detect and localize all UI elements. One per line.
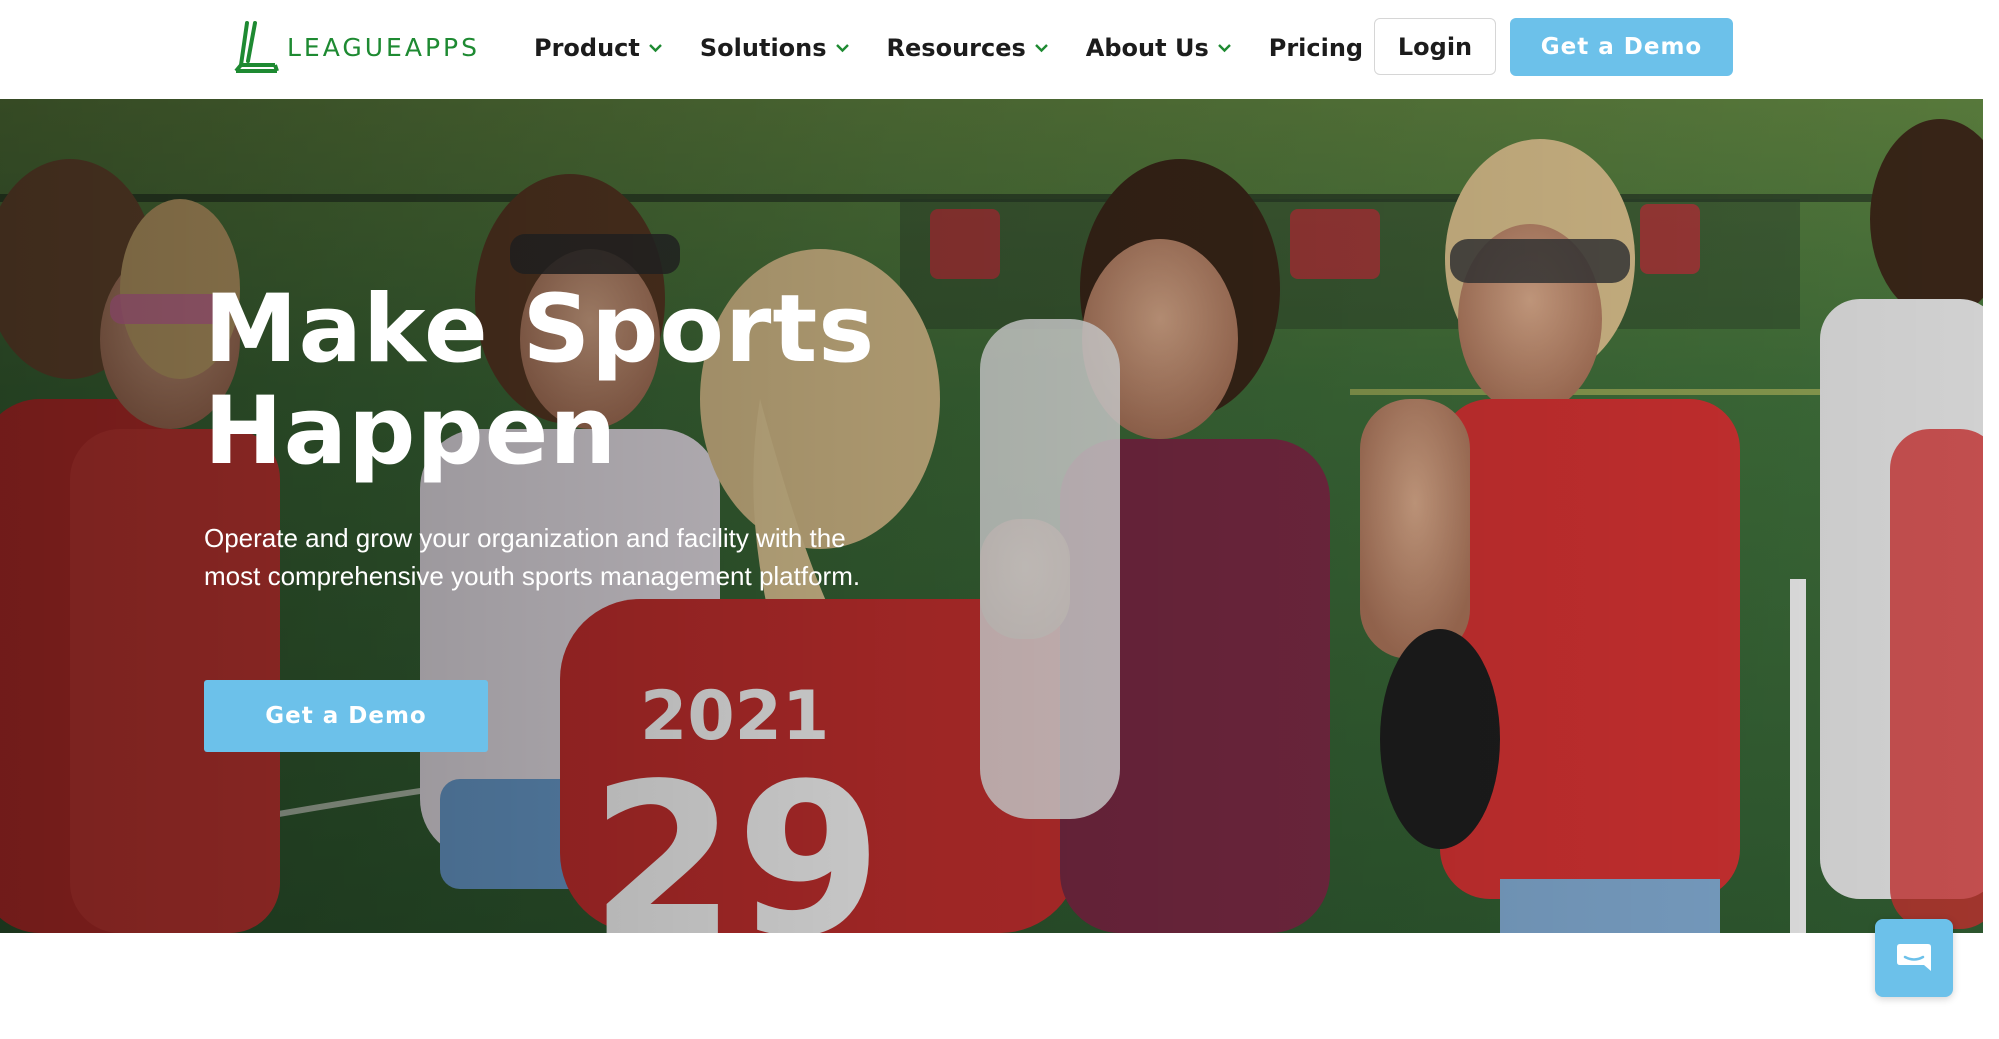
chevron-down-icon [1217, 44, 1231, 53]
top-navigation: LEAGUEAPPS Product Solutions Resources A… [0, 0, 1999, 99]
chat-bubble-icon [1897, 944, 1931, 971]
hero-overlay [0, 99, 1983, 933]
hero-title: Make Sports Happen [204, 275, 876, 486]
menu-item-product[interactable]: Product [534, 34, 663, 62]
login-button[interactable]: Login [1374, 18, 1496, 75]
menu-item-about-us[interactable]: About Us [1086, 34, 1232, 62]
menu-item-solutions[interactable]: Solutions [700, 34, 850, 62]
menu-item-label: Resources [886, 34, 1026, 62]
menu-item-label: About Us [1085, 34, 1209, 62]
main-menu: Product Solutions Resources About Us Pri… [534, 28, 1400, 68]
hero-subtitle: Operate and grow your organization and f… [204, 523, 861, 591]
chevron-down-icon [1034, 44, 1048, 53]
get-demo-button-hero[interactable]: Get a Demo [204, 680, 488, 752]
chat-launcher-button[interactable] [1875, 919, 1953, 997]
menu-item-resources[interactable]: Resources [887, 34, 1049, 62]
logo-wordmark: LEAGUEAPPS [287, 32, 480, 62]
leagueapps-logo[interactable]: LEAGUEAPPS [233, 20, 480, 74]
get-demo-button-nav[interactable]: Get a Demo [1510, 18, 1733, 76]
hero-section: 2021 29 Make Sports Happen Operate and g… [0, 99, 1983, 933]
chevron-down-icon [835, 44, 849, 53]
menu-item-label: Product [534, 34, 640, 62]
leagueapps-logo-icon [234, 21, 279, 73]
chevron-down-icon [649, 44, 662, 53]
menu-item-label: Solutions [699, 34, 827, 62]
menu-item-pricing[interactable]: Pricing [1269, 34, 1363, 62]
menu-item-label: Pricing [1268, 34, 1364, 62]
